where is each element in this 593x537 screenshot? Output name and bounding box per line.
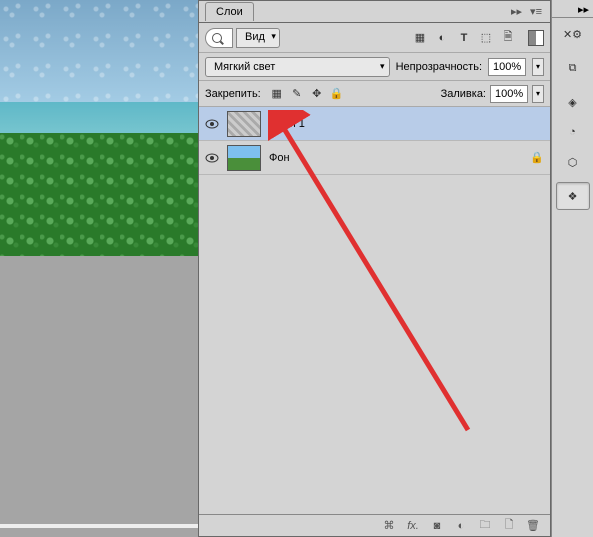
- add-mask-icon[interactable]: ◙: [430, 520, 444, 532]
- lock-all-icon[interactable]: 🔒: [329, 86, 345, 102]
- canvas-area[interactable]: [0, 0, 198, 537]
- layer-row[interactable]: Фон 🔒: [199, 141, 550, 175]
- blend-mode-dropdown[interactable]: Мягкий свет: [205, 57, 390, 77]
- layer-name[interactable]: Слой 1: [269, 118, 544, 130]
- preview-greenery: [0, 133, 198, 256]
- panel-menu-icon[interactable]: ▾≡: [526, 5, 546, 18]
- filter-adjustment-icon[interactable]: ◐: [434, 30, 450, 46]
- status-bar: [0, 524, 198, 528]
- group-icon[interactable]: 🗀: [478, 516, 492, 535]
- layers-panel: Слои ▸▸ ▾≡ Вид ▦ ◐ T ⬚ 🗎 Мягкий свет Неп…: [198, 0, 551, 537]
- toolbar-collapse[interactable]: ▸▸: [552, 2, 593, 18]
- paths-icon[interactable]: ⬡: [556, 148, 590, 176]
- right-toolbar: ▸▸ ✕⚙ ⧉ ◈ ◔ ⬡ ❖: [551, 0, 593, 537]
- filter-toggle[interactable]: [528, 30, 544, 46]
- tools-icon[interactable]: ✕⚙: [556, 20, 590, 48]
- preview-sky: [0, 0, 198, 115]
- filter-type-dropdown[interactable]: Вид: [236, 28, 280, 48]
- opacity-label: Непрозрачность:: [396, 61, 482, 73]
- fill-dropdown-arrow[interactable]: ▾: [532, 85, 544, 103]
- link-layers-icon[interactable]: ⌘: [382, 519, 396, 532]
- panel-tab-layers[interactable]: Слои: [205, 2, 254, 21]
- layer-thumbnail[interactable]: [227, 145, 261, 171]
- panel-header: Слои ▸▸ ▾≡: [199, 1, 550, 23]
- layer-thumbnail[interactable]: [227, 111, 261, 137]
- lock-pixels-icon[interactable]: ✎: [289, 86, 305, 102]
- filter-shape-icon[interactable]: ⬚: [478, 30, 494, 46]
- lock-transparency-icon[interactable]: ▦: [269, 86, 285, 102]
- channels-icon[interactable]: ◔: [556, 118, 590, 146]
- filter-row: Вид ▦ ◐ T ⬚ 🗎: [199, 23, 550, 53]
- layers-list: Слой 1 Фон 🔒: [199, 107, 550, 514]
- layer-row[interactable]: Слой 1: [199, 107, 550, 141]
- opacity-dropdown-arrow[interactable]: ▾: [532, 58, 544, 76]
- document-preview[interactable]: [0, 0, 198, 256]
- visibility-icon[interactable]: [205, 117, 219, 131]
- lock-row: Закрепить: ▦ ✎ ✥ 🔒 Заливка: ▾: [199, 81, 550, 107]
- visibility-icon[interactable]: [205, 151, 219, 165]
- blend-row: Мягкий свет Непрозрачность: ▾: [199, 53, 550, 81]
- fill-label: Заливка:: [441, 88, 486, 100]
- opacity-input[interactable]: [488, 58, 526, 76]
- history-icon[interactable]: ⧉: [556, 54, 590, 82]
- panel-footer: ⌘ fx. ◙ ◐ 🗀 🗋 🗑: [199, 514, 550, 536]
- lock-label: Закрепить:: [205, 88, 261, 100]
- cube-icon[interactable]: ◈: [556, 88, 590, 116]
- collapse-panel-icon[interactable]: ▸▸: [507, 5, 526, 18]
- layer-fx-icon[interactable]: fx.: [406, 520, 420, 532]
- delete-layer-icon[interactable]: 🗑: [526, 519, 540, 532]
- search-icon: [212, 33, 222, 43]
- lock-position-icon[interactable]: ✥: [309, 86, 325, 102]
- fill-input[interactable]: [490, 85, 528, 103]
- new-layer-icon[interactable]: 🗋: [502, 516, 516, 535]
- adjustment-layer-icon[interactable]: ◐: [454, 520, 468, 532]
- layer-lock-icon: 🔒: [530, 151, 544, 164]
- layer-search[interactable]: [205, 28, 233, 48]
- filter-pixel-icon[interactable]: ▦: [412, 30, 428, 46]
- layer-name[interactable]: Фон: [269, 152, 522, 164]
- layers-icon[interactable]: ❖: [556, 182, 590, 210]
- filter-smart-icon[interactable]: 🗎: [500, 30, 516, 46]
- filter-type-icon[interactable]: T: [456, 30, 472, 46]
